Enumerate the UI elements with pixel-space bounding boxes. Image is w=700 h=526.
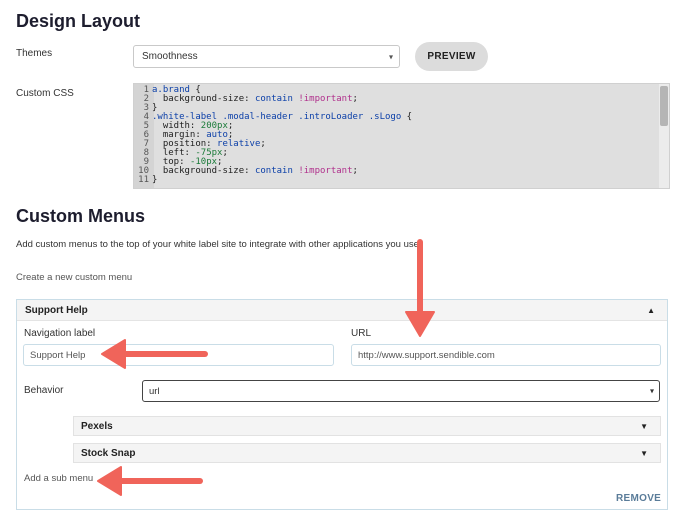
url-value: http://www.support.sendible.com — [358, 349, 495, 361]
editor-scroll-thumb[interactable] — [660, 86, 668, 126]
code-line-10: 10 background-size: contain !important; — [138, 166, 358, 176]
editor-scrollbar[interactable] — [659, 84, 669, 188]
sub-menu-item[interactable]: Stock Snap ▼ — [73, 443, 661, 463]
navigation-label-caption: Navigation label — [24, 328, 96, 339]
custom-menus-heading: Custom Menus — [16, 206, 146, 226]
create-custom-menu-link[interactable]: Create a new custom menu — [16, 272, 132, 283]
caret-down-icon[interactable]: ▼ — [640, 422, 648, 431]
custom-menu-panel: Support Help ▲ — [16, 299, 668, 510]
code-line-11: 11} — [138, 175, 158, 185]
chevron-down-icon: ▾ — [388, 52, 393, 61]
custom-menus-description: Add custom menus to the top of your whit… — [16, 239, 422, 250]
caret-up-icon[interactable]: ▲ — [647, 306, 655, 315]
url-caption: URL — [351, 328, 372, 339]
navigation-label-input[interactable]: Support Help — [23, 344, 334, 366]
remove-button[interactable]: REMOVE — [616, 493, 661, 504]
custom-menu-panel-header[interactable]: Support Help ▲ — [17, 300, 667, 321]
code-line-2: 2 background-size: contain !important; — [143, 94, 358, 104]
theme-select-value: Smoothness — [142, 51, 198, 62]
sub-menu-label: Pexels — [81, 421, 113, 432]
design-layout-heading: Design Layout — [16, 11, 141, 31]
caret-down-icon[interactable]: ▼ — [640, 449, 648, 458]
behavior-value: url — [149, 385, 160, 397]
chevron-down-icon: ▾ — [649, 386, 654, 396]
preview-button[interactable]: PREVIEW — [415, 42, 488, 71]
add-sub-menu-link[interactable]: Add a sub menu — [24, 473, 93, 484]
behavior-caption: Behavior — [24, 385, 64, 396]
custom-menu-title: Support Help — [25, 305, 88, 316]
behavior-select[interactable]: url ▾ — [142, 380, 660, 402]
sub-menu-item[interactable]: Pexels ▼ — [73, 416, 661, 436]
sub-menu-label: Stock Snap — [81, 448, 136, 459]
themes-label: Themes — [16, 48, 53, 59]
custom-css-editor[interactable]: 1 a.brand { 2 background-size: contain !i… — [133, 83, 670, 189]
url-input[interactable]: http://www.support.sendible.com — [351, 344, 661, 366]
navigation-label-value: Support Help — [30, 349, 86, 361]
theme-select[interactable]: Smoothness ▾ — [133, 45, 400, 68]
custom-css-label: Custom CSS — [16, 88, 74, 99]
